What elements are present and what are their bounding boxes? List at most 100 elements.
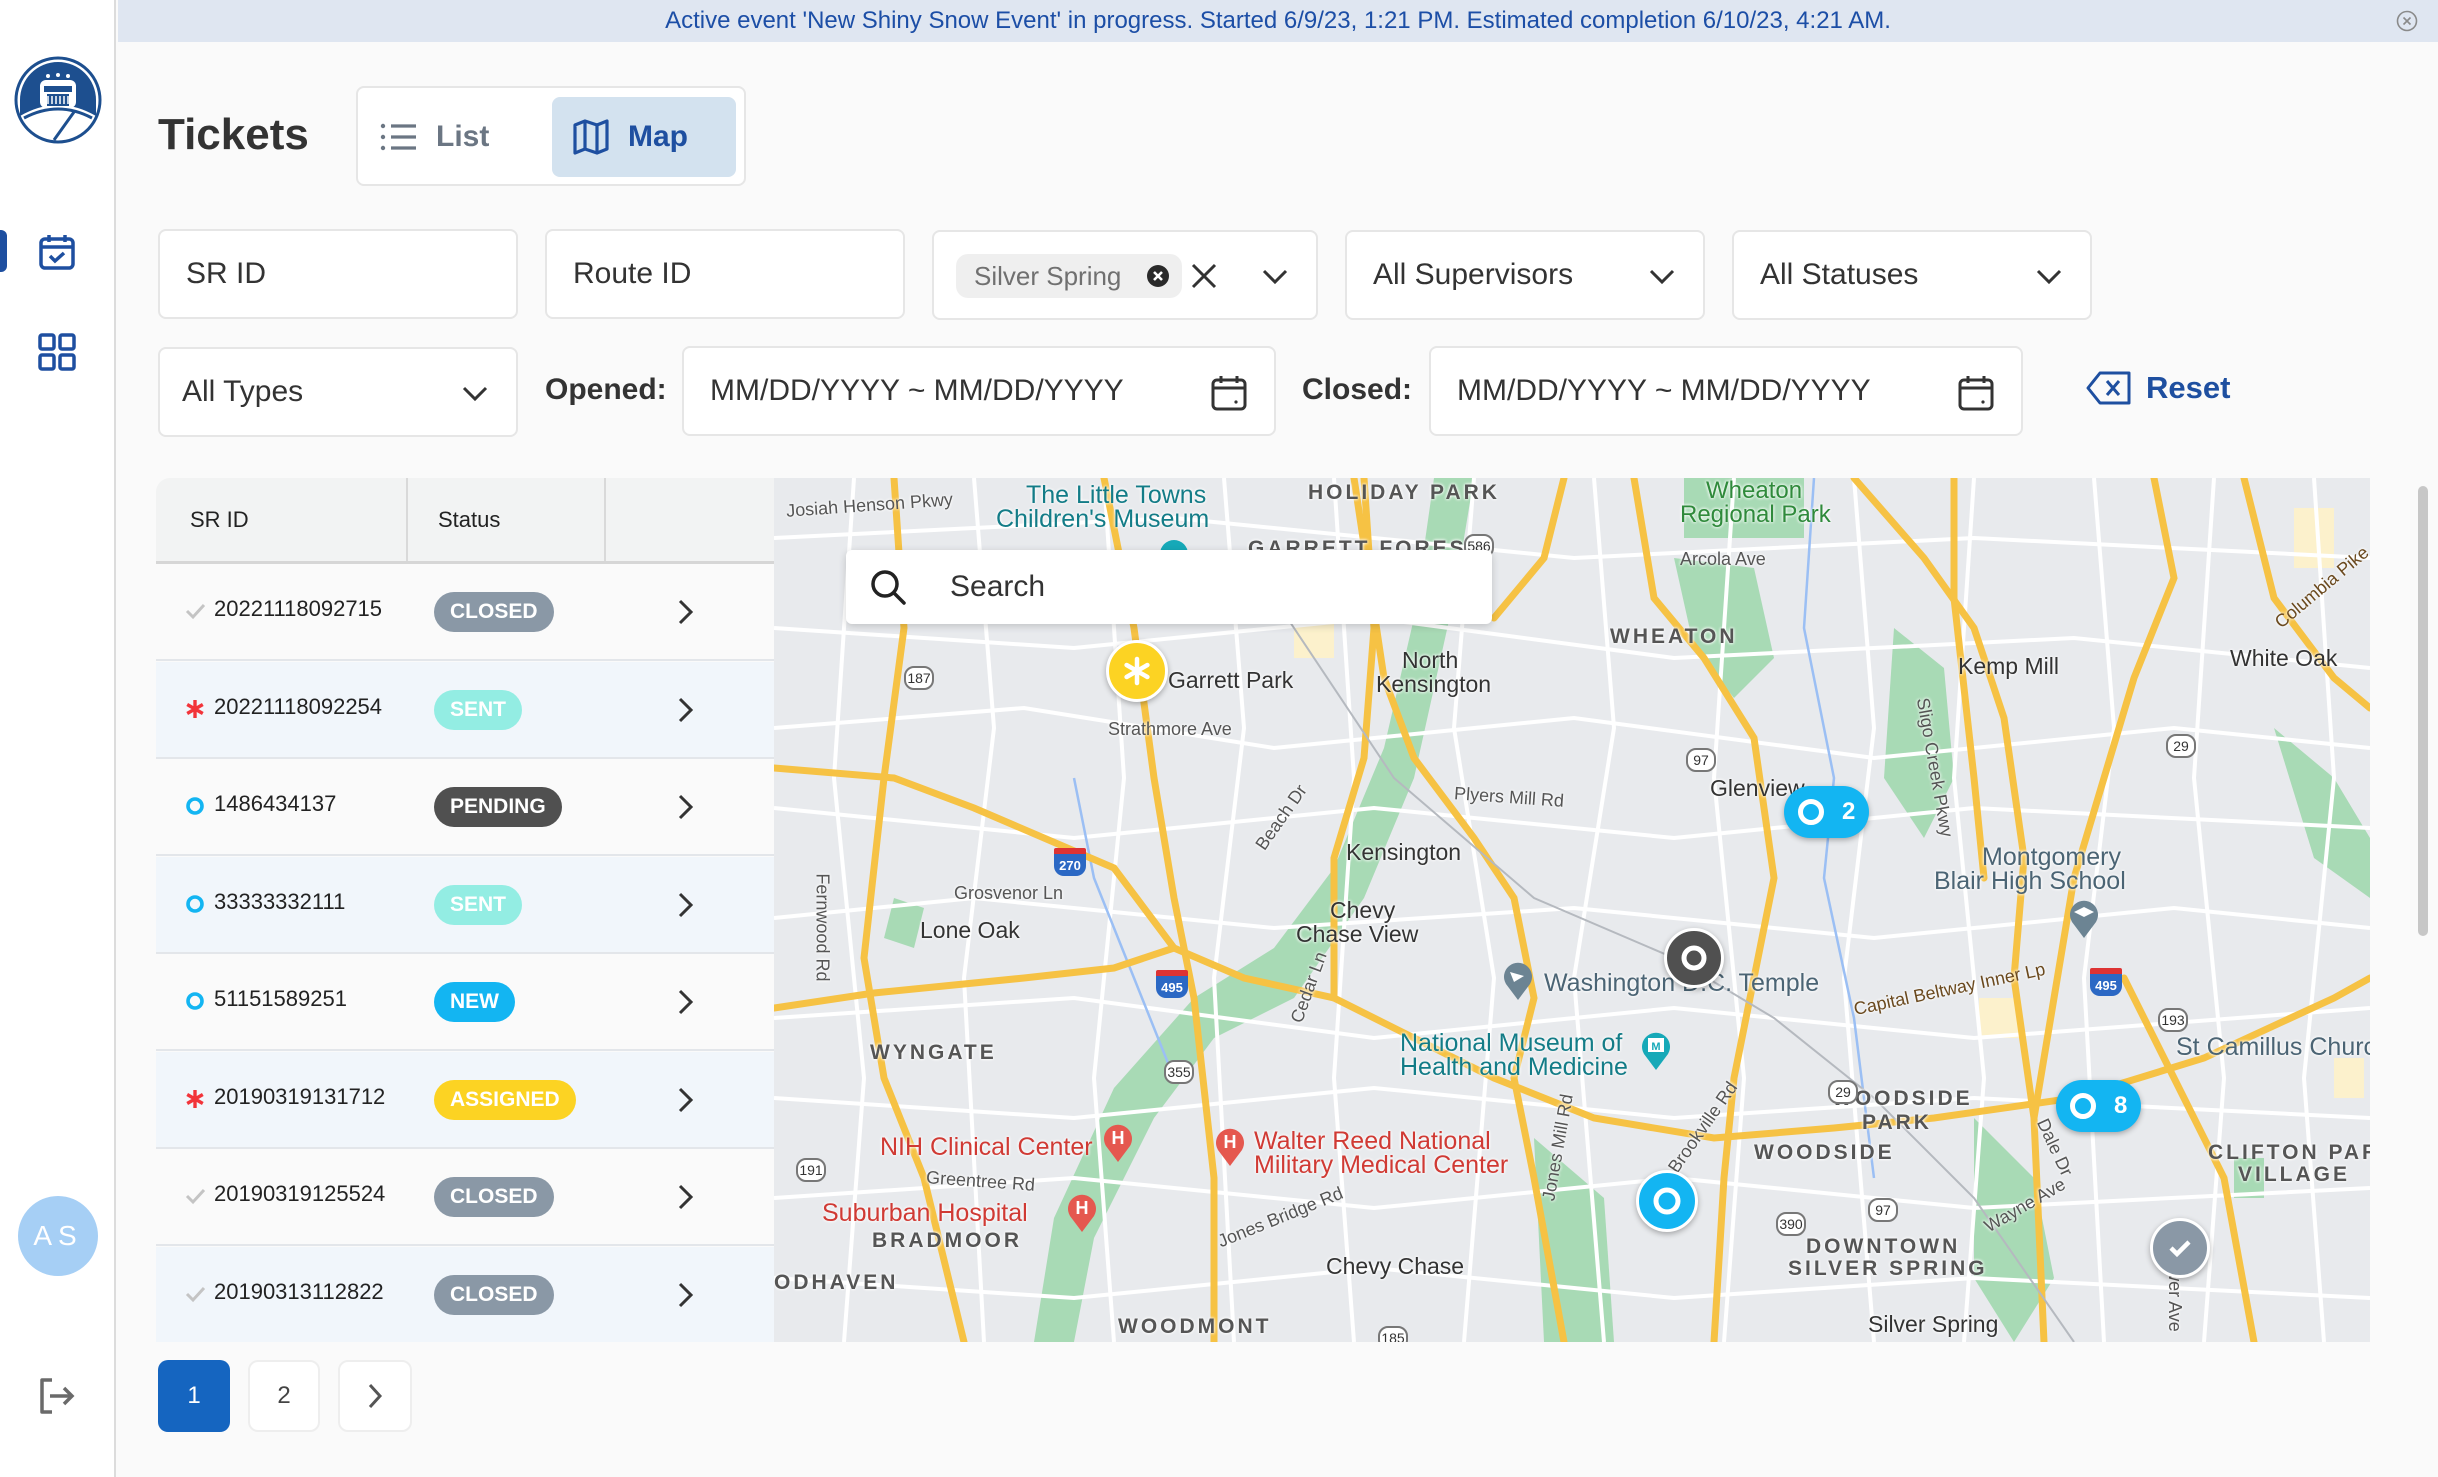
app-logo[interactable] xyxy=(14,56,102,144)
chevron-right-icon[interactable] xyxy=(676,988,696,1016)
active-event-banner: Active event 'New Shiny Snow Event' in p… xyxy=(118,0,2438,42)
chevron-right-icon[interactable] xyxy=(676,1183,696,1211)
backspace-x-icon xyxy=(2086,371,2131,405)
page-scrollbar[interactable] xyxy=(2418,486,2428,936)
map-label: Suburban Hospital xyxy=(822,1199,1028,1227)
route-shield: 185 xyxy=(1378,1326,1408,1342)
table-row[interactable]: 20221118092254 SENT xyxy=(156,661,774,759)
map-label: WOODMONT xyxy=(1118,1315,1272,1338)
hospital-pin-icon[interactable]: H xyxy=(1100,1120,1136,1164)
map-label: HOLIDAY PARK xyxy=(1308,481,1500,504)
check-icon xyxy=(184,600,206,622)
map-label: Garrett Park xyxy=(1168,667,1294,693)
asterisk-icon xyxy=(184,698,206,720)
table-row[interactable]: 51151589251 NEW xyxy=(156,954,774,1051)
circle-icon xyxy=(1681,945,1707,971)
map-label: North xyxy=(1402,647,1459,673)
map-search-input[interactable]: Search xyxy=(846,550,1492,624)
chevron-right-icon[interactable] xyxy=(676,696,696,724)
list-view-label: List xyxy=(436,120,490,153)
page-title: Tickets xyxy=(158,110,309,159)
next-page-button[interactable] xyxy=(338,1360,412,1432)
asterisk-icon xyxy=(1124,656,1150,686)
column-header-sr-id[interactable]: SR ID xyxy=(190,478,249,561)
status-badge: PENDING xyxy=(434,787,562,827)
map-label: Chevy Chase xyxy=(1326,1253,1465,1279)
reset-label: Reset xyxy=(2146,370,2231,405)
calendar-check-icon xyxy=(39,235,75,270)
chevron-right-icon[interactable] xyxy=(676,1281,696,1309)
chevron-down-icon[interactable] xyxy=(1260,264,1290,288)
types-select[interactable]: All Types xyxy=(158,347,518,437)
table-row[interactable]: 33333332111 SENT xyxy=(156,856,774,954)
table-row[interactable]: 20190319131712 ASSIGNED xyxy=(156,1051,774,1149)
map-view-button[interactable]: Map xyxy=(552,97,736,177)
sr-id-cell: 33333332111 xyxy=(214,888,346,914)
chevron-down-icon xyxy=(2036,269,2062,285)
map-label: St Camillus Church xyxy=(2176,1033,2370,1061)
temple-pin-icon[interactable] xyxy=(1500,958,1536,1002)
map-label: WOODSIDE xyxy=(1754,1141,1895,1164)
opened-date-range[interactable]: MM/DD/YYYY ~ MM/DD/YYYY xyxy=(682,346,1276,436)
table-header: SR ID Status xyxy=(156,478,774,564)
circle-x-icon[interactable] xyxy=(2396,10,2418,32)
museum-pin-icon[interactable]: M xyxy=(1638,1028,1674,1072)
remove-chip-icon[interactable] xyxy=(1146,264,1170,288)
interstate-shield: 495 xyxy=(1156,970,1188,998)
list-view-button[interactable]: List xyxy=(380,97,540,177)
supervisors-select[interactable]: All Supervisors xyxy=(1345,230,1705,320)
sidebar-item-tickets[interactable] xyxy=(0,222,114,282)
route-shield: 187 xyxy=(904,666,934,690)
chip-label: Silver Spring xyxy=(974,260,1122,291)
map-view[interactable]: HOLIDAY PARK GARRETT FOREST The Little T… xyxy=(774,478,2370,1342)
table-row[interactable]: 20190313112822 CLOSED xyxy=(156,1246,774,1342)
map-label: Fernwood Rd xyxy=(812,873,833,982)
calendar-icon[interactable] xyxy=(1957,374,1995,412)
selected-area-chip: Silver Spring xyxy=(956,254,1182,298)
area-select[interactable]: Silver Spring xyxy=(932,230,1318,320)
check-icon xyxy=(2169,1240,2191,1258)
banner-text: Active event 'New Shiny Snow Event' in p… xyxy=(665,7,1891,34)
map-search-placeholder: Search xyxy=(950,570,1046,603)
reset-button[interactable]: Reset xyxy=(2086,370,2230,406)
ticket-marker-closed[interactable] xyxy=(2150,1218,2210,1278)
sidebar-item-dashboard[interactable] xyxy=(0,322,114,382)
ticket-cluster[interactable]: 2 xyxy=(1784,786,1870,838)
chevron-right-icon[interactable] xyxy=(676,891,696,919)
hospital-pin-icon[interactable]: H xyxy=(1212,1124,1248,1168)
column-divider xyxy=(406,478,408,561)
svg-text:H: H xyxy=(1076,1198,1089,1218)
column-header-status[interactable]: Status xyxy=(438,478,500,561)
status-badge: NEW xyxy=(434,982,515,1022)
chevron-right-icon[interactable] xyxy=(676,793,696,821)
route-id-input[interactable]: Route ID xyxy=(545,229,905,319)
table-row[interactable]: 20221118092715 CLOSED xyxy=(156,564,774,661)
map-icon xyxy=(573,119,609,155)
user-avatar[interactable]: AS xyxy=(18,1196,98,1276)
chevron-right-icon[interactable] xyxy=(676,598,696,626)
clear-selection-icon[interactable] xyxy=(1188,260,1220,292)
school-pin-icon[interactable] xyxy=(2066,896,2102,940)
map-label: Grosvenor Ln xyxy=(954,883,1064,903)
ticket-marker-assigned[interactable] xyxy=(1106,640,1168,702)
logout-button[interactable] xyxy=(34,1374,78,1418)
map-label: NIH Clinical Center xyxy=(880,1133,1093,1161)
status-badge: SENT xyxy=(434,689,523,730)
map-label: Kensington xyxy=(1376,671,1492,697)
page-button-2[interactable]: 2 xyxy=(248,1360,320,1432)
table-row[interactable]: 20190319125524 CLOSED xyxy=(156,1149,774,1246)
statuses-select[interactable]: All Statuses xyxy=(1732,230,2092,320)
circle-icon xyxy=(184,990,206,1012)
ticket-marker-pending[interactable] xyxy=(1664,928,1724,988)
closed-date-range[interactable]: MM/DD/YYYY ~ MM/DD/YYYY xyxy=(1429,346,2023,436)
sr-id-input[interactable]: SR ID xyxy=(158,229,518,319)
grid-icon xyxy=(38,333,76,371)
hospital-pin-icon[interactable]: H xyxy=(1064,1190,1100,1234)
circle-icon xyxy=(184,795,206,817)
ticket-cluster[interactable]: 8 xyxy=(2056,1080,2142,1132)
page-button-1[interactable]: 1 xyxy=(158,1360,230,1432)
calendar-icon[interactable] xyxy=(1210,374,1248,412)
ticket-marker-new[interactable] xyxy=(1636,1170,1698,1232)
table-row[interactable]: 1486434137 PENDING xyxy=(156,759,774,856)
chevron-right-icon[interactable] xyxy=(676,1086,696,1114)
